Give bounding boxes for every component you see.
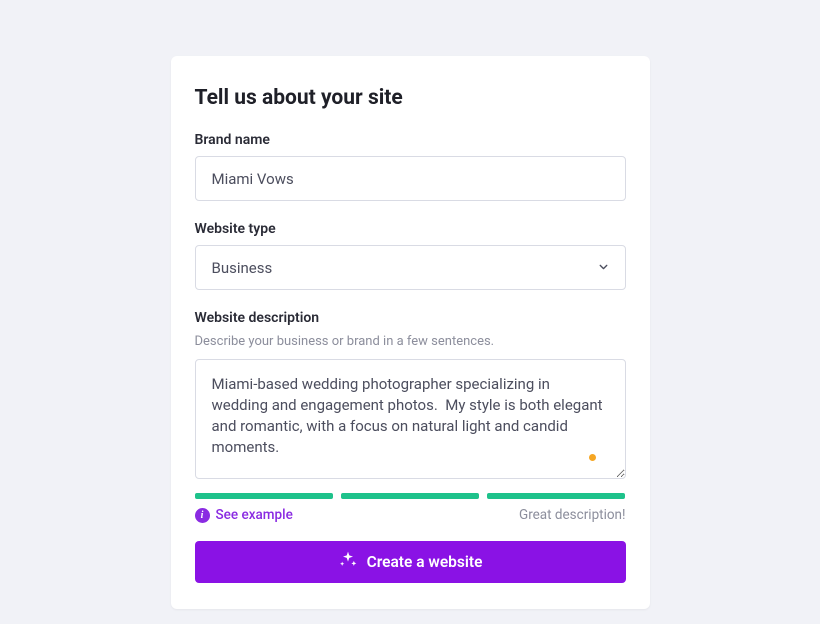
status-dot-icon — [589, 454, 596, 461]
see-example-button[interactable]: i See example — [195, 507, 293, 523]
website-type-select-wrap: Business — [195, 245, 626, 290]
create-website-label: Create a website — [367, 553, 483, 571]
see-example-label: See example — [216, 507, 293, 523]
progress-segment — [195, 493, 333, 499]
website-type-group: Website type Business — [195, 221, 626, 290]
brand-name-group: Brand name — [195, 132, 626, 201]
create-website-button[interactable]: Create a website — [195, 541, 626, 583]
info-icon: i — [195, 508, 210, 523]
description-textarea[interactable]: Miami-based wedding photographer special… — [195, 359, 626, 479]
page-title: Tell us about your site — [195, 86, 626, 110]
sparkle-icon — [338, 550, 358, 574]
brand-name-label: Brand name — [195, 132, 626, 148]
website-type-select[interactable]: Business — [195, 245, 626, 290]
progress-segment — [487, 493, 625, 499]
description-label: Website description — [195, 310, 626, 326]
website-type-label: Website type — [195, 221, 626, 237]
description-strength-meter — [195, 493, 626, 499]
description-footer: i See example Great description! — [195, 507, 626, 523]
description-helper: Describe your business or brand in a few… — [195, 334, 626, 349]
progress-segment — [341, 493, 479, 499]
description-group: Website description Describe your busine… — [195, 310, 626, 523]
description-score-text: Great description! — [519, 507, 626, 523]
description-textarea-wrap: Miami-based wedding photographer special… — [195, 359, 626, 483]
form-card: Tell us about your site Brand name Websi… — [171, 56, 650, 609]
brand-name-input[interactable] — [195, 156, 626, 201]
